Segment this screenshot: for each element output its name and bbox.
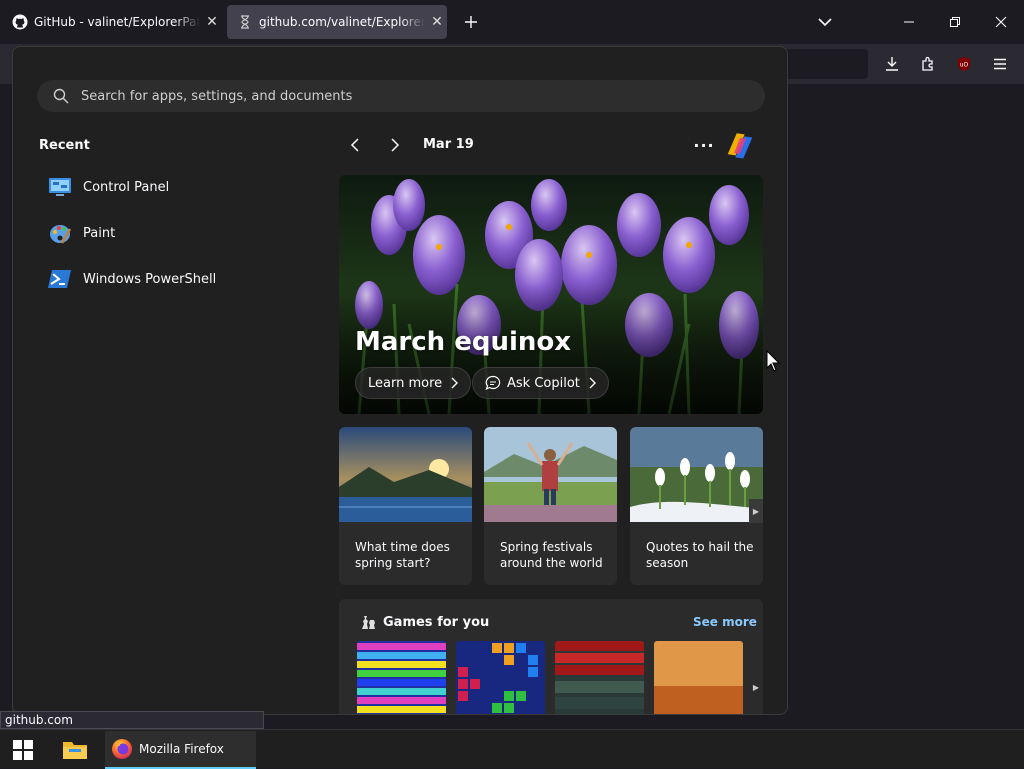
chess-pieces-icon xyxy=(362,616,375,629)
ask-copilot-label: Ask Copilot xyxy=(507,375,580,391)
recent-item-label: Paint xyxy=(83,225,116,241)
close-tab-icon[interactable]: ✕ xyxy=(204,14,220,30)
ublock-icon[interactable]: uO xyxy=(954,54,974,74)
news-card[interactable]: What time does spring start? xyxy=(339,427,472,585)
browser-titlebar: GitHub - valinet/ExplorerPatcher ✕ githu… xyxy=(0,0,1024,44)
news-card[interactable]: Spring festivals around the world xyxy=(484,427,617,585)
news-card[interactable]: Quotes to hail the season xyxy=(630,427,763,585)
see-more-link[interactable]: See more xyxy=(693,615,757,629)
card-title: Spring festivals around the world xyxy=(500,540,603,570)
recent-item-label: Windows PowerShell xyxy=(83,271,217,287)
game-tile[interactable] xyxy=(555,641,644,714)
close-icon[interactable] xyxy=(978,0,1024,44)
hero-title: March equinox xyxy=(355,327,572,357)
plus-icon[interactable] xyxy=(448,0,494,44)
chevron-down-icon[interactable] xyxy=(802,0,848,44)
restore-icon[interactable] xyxy=(932,0,978,44)
recent-item-paint[interactable]: Paint xyxy=(47,215,307,251)
snowdrops-image xyxy=(630,427,763,522)
close-tab-icon[interactable]: ✕ xyxy=(429,14,445,30)
chevron-left-icon[interactable] xyxy=(343,133,367,157)
taskbar-firefox-label: Mozilla Firefox xyxy=(139,742,224,756)
recent-item-powershell[interactable]: Windows PowerShell xyxy=(47,261,307,297)
minimize-icon[interactable] xyxy=(886,0,932,44)
firefox-icon xyxy=(112,739,132,759)
game-tile[interactable] xyxy=(654,641,743,714)
copilot-logo-icon[interactable] xyxy=(725,130,757,162)
tab-label: GitHub - valinet/ExplorerPatcher xyxy=(34,15,200,29)
hourglass-icon xyxy=(237,14,253,30)
games-section: Games for you See more ▶ xyxy=(339,599,763,714)
learn-more-label: Learn more xyxy=(368,375,443,391)
tab-github[interactable]: GitHub - valinet/ExplorerPatcher ✕ xyxy=(2,5,222,39)
tab-explorerpatcher[interactable]: github.com/valinet/ExplorerPatcher ✕ xyxy=(227,5,447,39)
chevron-right-icon[interactable] xyxy=(383,133,407,157)
github-icon xyxy=(12,14,28,30)
card-title: Quotes to hail the season xyxy=(646,540,754,570)
chevron-right-icon xyxy=(451,377,459,389)
lake-sunset-image xyxy=(339,427,472,522)
windows-start-icon[interactable] xyxy=(12,739,34,761)
more-options-icon[interactable]: ··· xyxy=(689,133,719,157)
card-title: What time does spring start? xyxy=(355,540,450,570)
taskbar: Mozilla Firefox xyxy=(0,729,1024,769)
meadow-person-image xyxy=(484,427,617,522)
taskbar-firefox-button[interactable]: Mozilla Firefox xyxy=(105,731,256,769)
status-bar: github.com xyxy=(0,711,264,729)
hero-card[interactable]: March equinox Learn more Ask Copilot xyxy=(339,175,763,414)
learn-more-button[interactable]: Learn more xyxy=(355,367,472,399)
url-field[interactable] xyxy=(780,49,868,79)
extensions-icon[interactable] xyxy=(918,54,938,74)
control-panel-icon xyxy=(47,174,73,200)
scroll-right-icon[interactable]: ▶ xyxy=(749,499,763,523)
svg-text:uO: uO xyxy=(960,62,969,69)
search-icon xyxy=(53,88,69,104)
tab-label: github.com/valinet/ExplorerPatcher xyxy=(259,15,425,29)
download-icon[interactable] xyxy=(882,54,902,74)
chat-bubble-icon xyxy=(485,375,501,391)
game-tile[interactable] xyxy=(456,641,545,714)
ask-copilot-button[interactable]: Ask Copilot xyxy=(472,367,609,399)
mouse-cursor-icon xyxy=(766,350,780,372)
start-search-box[interactable] xyxy=(37,80,765,112)
recent-item-control-panel[interactable]: Control Panel xyxy=(47,169,307,205)
game-tile[interactable] xyxy=(357,641,446,714)
games-title: Games for you xyxy=(383,615,490,630)
feed-date: Mar 19 xyxy=(423,137,474,152)
start-menu: Recent Control Panel Paint Windows Power… xyxy=(12,46,788,715)
scroll-right-icon[interactable]: ▶ xyxy=(749,675,763,699)
menu-icon[interactable] xyxy=(990,54,1010,74)
paint-icon xyxy=(47,220,73,246)
recent-heading: Recent xyxy=(39,138,90,153)
file-explorer-icon[interactable] xyxy=(58,735,92,765)
powershell-icon xyxy=(47,266,73,292)
search-input[interactable] xyxy=(81,88,681,104)
recent-item-label: Control Panel xyxy=(83,179,170,195)
chevron-right-icon xyxy=(589,377,596,389)
feed-header: Mar 19 ··· xyxy=(339,133,763,159)
